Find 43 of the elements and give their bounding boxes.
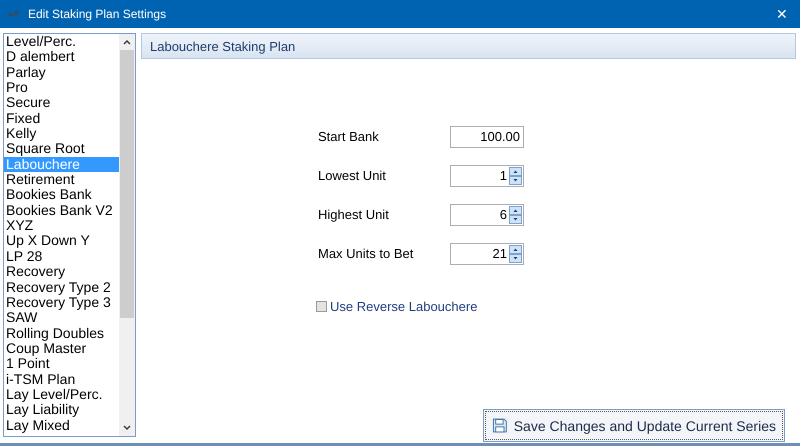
list-item[interactable]: Rolling Doubles bbox=[4, 326, 119, 341]
list-item[interactable]: Recovery Type 2 bbox=[4, 280, 119, 295]
list-item[interactable]: Level/Perc. bbox=[4, 34, 119, 50]
list-item[interactable]: Lay Liability bbox=[4, 402, 119, 418]
window-title: Edit Staking Plan Settings bbox=[28, 7, 168, 21]
plan-list[interactable] bbox=[3, 33, 136, 437]
list-item[interactable]: SAW bbox=[4, 310, 119, 326]
list-item[interactable]: Recovery bbox=[4, 264, 119, 280]
spinner-arrows-icon[interactable] bbox=[509, 166, 522, 184]
list-item[interactable]: Kelly bbox=[4, 126, 119, 142]
list-item[interactable]: Secure bbox=[4, 95, 119, 111]
list-item[interactable]: Lay Level/Perc. bbox=[4, 386, 119, 402]
list-item[interactable]: Retirement bbox=[4, 172, 119, 188]
list-item[interactable]: Square Root bbox=[4, 141, 119, 157]
list-item[interactable]: i-TSM Plan bbox=[4, 372, 119, 387]
list-item[interactable]: Coup Master bbox=[4, 340, 119, 356]
list-item[interactable]: LP 28 bbox=[4, 248, 119, 264]
checkbox[interactable] bbox=[316, 301, 327, 312]
field-label: Lowest Unit bbox=[318, 168, 387, 183]
input-field[interactable]: 100.00 bbox=[450, 126, 524, 148]
save-icon bbox=[492, 417, 508, 434]
list-item[interactable]: XYZ bbox=[4, 218, 119, 234]
field-label: Start Bank bbox=[318, 129, 380, 144]
list-item[interactable]: Fixed bbox=[4, 110, 119, 126]
panel-header: Labouchere Staking Plan bbox=[141, 33, 796, 59]
field-label: Highest Unit bbox=[318, 207, 390, 222]
app-icon bbox=[6, 8, 20, 20]
checkbox-label[interactable]: Use Reverse Labouchere bbox=[330, 299, 478, 314]
list-item[interactable]: 1 Point bbox=[4, 356, 119, 372]
list-item[interactable]: Up X Down Y bbox=[4, 233, 119, 249]
spinner-arrows-icon[interactable] bbox=[509, 244, 522, 262]
list-item[interactable]: D alembert bbox=[4, 49, 119, 65]
list-item[interactable]: Recovery Type 3 bbox=[4, 294, 119, 310]
list-item[interactable]: Pro bbox=[4, 80, 119, 96]
list-item[interactable]: Bookies Bank bbox=[4, 187, 119, 203]
list-item[interactable]: Lay Mixed bbox=[4, 418, 119, 433]
close-button[interactable]: ✕ bbox=[772, 6, 792, 22]
field-label: Max Units to Bet bbox=[318, 246, 414, 261]
save-button[interactable]: Save Changes and Update Current Series bbox=[483, 409, 785, 442]
spinner-arrows-icon[interactable] bbox=[509, 206, 522, 224]
scrollbar[interactable] bbox=[119, 34, 135, 436]
list-item[interactable]: Parlay bbox=[4, 64, 119, 80]
list-item[interactable]: Bookies Bank V2 bbox=[4, 202, 119, 218]
